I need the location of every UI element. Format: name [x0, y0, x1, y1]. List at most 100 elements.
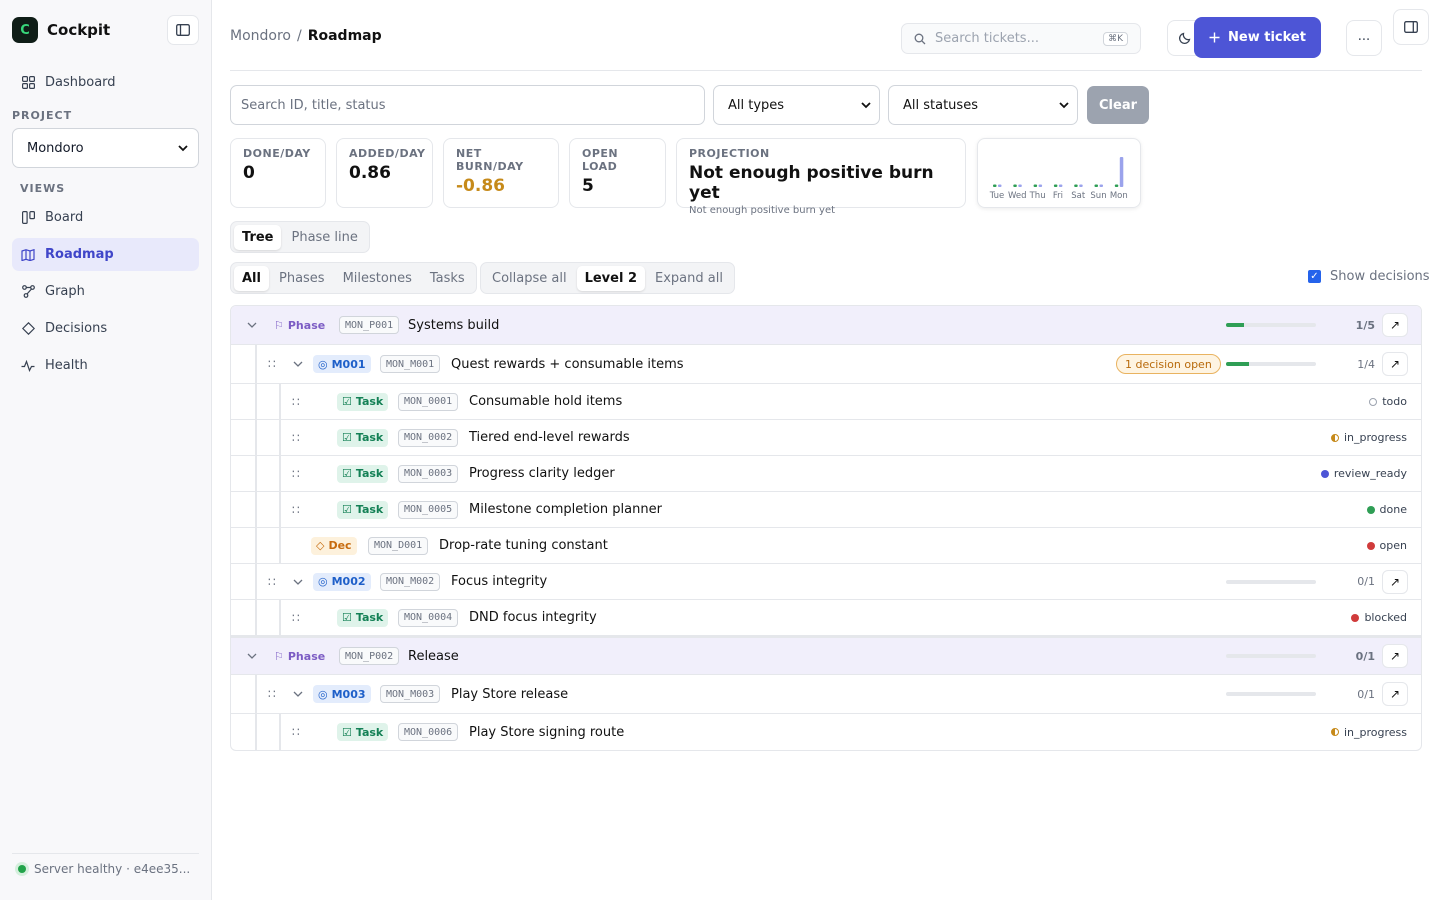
drag-handle-icon[interactable]: ∷: [292, 431, 300, 445]
tree-guide: [279, 456, 281, 491]
row-title[interactable]: Play Store release: [451, 687, 568, 702]
filter-milestones[interactable]: Milestones: [335, 266, 420, 291]
breadcrumb-project[interactable]: Mondoro: [230, 28, 291, 44]
check-square-icon: ☑: [342, 395, 352, 408]
row-title[interactable]: Focus integrity: [451, 574, 547, 589]
row-title[interactable]: Play Store signing route: [469, 725, 624, 740]
row-title[interactable]: DND focus integrity: [469, 610, 597, 625]
drag-handle-icon[interactable]: ∷: [292, 611, 300, 625]
status-dot: [1366, 541, 1375, 550]
open-ticket-button[interactable]: ↗: [1382, 352, 1408, 376]
sparkline-tick-label: Sat: [1071, 191, 1086, 201]
stat-value: -0.86: [456, 176, 505, 196]
sidebar-toggle-button[interactable]: [167, 15, 199, 45]
chevron-down-icon[interactable]: [246, 650, 258, 662]
filter-tasks[interactable]: Tasks: [422, 266, 473, 291]
row-title[interactable]: Systems build: [408, 318, 499, 333]
status-text: review_ready: [1333, 467, 1407, 480]
status-select[interactable]: All statuses: [888, 85, 1078, 125]
expand-all-button[interactable]: Expand all: [647, 266, 731, 291]
ticket-id: MON_P002: [339, 647, 400, 665]
open-ticket-button[interactable]: ↗: [1382, 313, 1408, 337]
row-title[interactable]: Progress clarity ledger: [469, 466, 615, 481]
drag-handle-icon[interactable]: ∷: [292, 467, 300, 481]
row-title[interactable]: Consumable hold items: [469, 394, 622, 409]
type-select[interactable]: All types: [713, 85, 880, 125]
show-decisions-checkbox[interactable]: ✓: [1308, 270, 1321, 283]
drag-handle-icon[interactable]: ∷: [268, 575, 276, 589]
tree-row-milestone[interactable]: ∷ ◎ M001 MON_M001 Quest rewards + consuma…: [231, 345, 1421, 384]
tab-tree[interactable]: Tree: [234, 224, 282, 250]
filter-search-input[interactable]: Search ID, title, status: [230, 85, 705, 125]
open-ticket-button[interactable]: ↗: [1382, 569, 1408, 594]
row-title[interactable]: Drop-rate tuning constant: [439, 538, 608, 553]
tree-row-milestone[interactable]: ∷ ◎ M003 MON_M003 Play Store release 0/1 …: [231, 675, 1421, 714]
milestone-badge: ◎ M003: [313, 685, 371, 703]
check-square-icon: ☑: [342, 725, 352, 739]
row-title[interactable]: Quest rewards + consumable items: [451, 357, 684, 372]
breadcrumb: Mondoro / Roadmap: [230, 28, 382, 44]
tree-guide: [255, 492, 257, 527]
check-square-icon: ☑: [342, 503, 352, 516]
tree-row-decision[interactable]: ◇ Dec MON_D001 Drop-rate tuning constant …: [231, 528, 1421, 564]
board-icon: [21, 211, 35, 225]
sidebar-item-graph[interactable]: Graph: [12, 275, 199, 308]
sidebar-item-decisions[interactable]: Decisions: [12, 312, 199, 345]
show-decisions-toggle[interactable]: ✓ Show decisions: [1308, 269, 1430, 284]
open-ticket-button[interactable]: ↗: [1382, 644, 1408, 668]
status-dot: [1351, 613, 1360, 622]
task-badge: ☑ Task: [337, 428, 389, 447]
sidebar-panel-icon: [176, 24, 190, 36]
app-logo: C: [12, 17, 38, 43]
ticket-id: MON_M001: [380, 355, 441, 373]
sparkline-tick-label: Fri: [1053, 191, 1063, 201]
tree-row-task[interactable]: ∷ ☑ Task MON_0001 Consumable hold items t…: [231, 384, 1421, 420]
sidebar-item-board[interactable]: Board: [12, 201, 199, 234]
tree-row-task[interactable]: ∷ ☑ Task MON_0006 Play Store signing rout…: [231, 714, 1421, 750]
tree-row-phase[interactable]: ⚐ Phase MON_P001 Systems build 1/5 ↗: [231, 306, 1421, 345]
chevron-down-icon[interactable]: [292, 358, 304, 370]
more-button[interactable]: ...: [1346, 20, 1382, 56]
sidebar-item-health[interactable]: Health: [12, 349, 199, 382]
new-ticket-button[interactable]: New ticket: [1194, 17, 1321, 58]
sidebar-item-label: Health: [45, 358, 88, 373]
filter-all[interactable]: All: [234, 265, 269, 291]
row-title[interactable]: Milestone completion planner: [469, 502, 662, 517]
tree-guide: [255, 345, 257, 383]
search-shortcut: ⌘K: [1103, 32, 1128, 46]
chevron-down-icon[interactable]: [292, 576, 304, 588]
tree-row-task[interactable]: ∷ ☑ Task MON_0002 Tiered end-level reward…: [231, 420, 1421, 456]
chevron-down-icon[interactable]: [246, 319, 258, 331]
drag-handle-icon[interactable]: ∷: [292, 725, 300, 739]
ticket-id: MON_M002: [380, 572, 441, 591]
ticket-id: MON_M003: [380, 685, 441, 703]
panel-toggle-button[interactable]: [1393, 9, 1429, 45]
row-title[interactable]: Release: [408, 649, 459, 664]
sidebar-item-dashboard[interactable]: Dashboard: [12, 66, 199, 99]
filter-phases[interactable]: Phases: [271, 266, 333, 291]
chevron-down-icon[interactable]: [292, 688, 304, 700]
drag-handle-icon[interactable]: ∷: [292, 395, 300, 409]
project-select[interactable]: Mondoro: [12, 128, 199, 168]
sidebar-item-roadmap[interactable]: Roadmap: [12, 238, 199, 271]
tree-row-task[interactable]: ∷ ☑ Task MON_0005 Milestone completion pl…: [231, 492, 1421, 528]
tree-guide: [255, 675, 257, 713]
open-ticket-button[interactable]: ↗: [1382, 682, 1408, 706]
ticket-search-input[interactable]: Search tickets... ⌘K: [901, 23, 1141, 54]
tree-row-task[interactable]: ∷ ☑ Task MON_0004 DND focus integrity blo…: [231, 600, 1421, 636]
phase-badge: ⚐ Phase: [269, 647, 330, 665]
tree-row-milestone[interactable]: ∷ ◎ M002 MON_M002 Focus integrity 0/1 ↗: [231, 564, 1421, 600]
decision-open-pill[interactable]: 1 decision open: [1116, 354, 1221, 374]
tree-row-phase[interactable]: ⚐ Phase MON_P002 Release 0/1 ↗: [231, 636, 1421, 675]
collapse-all-button[interactable]: Collapse all: [484, 266, 575, 291]
drag-handle-icon[interactable]: ∷: [268, 357, 276, 371]
phase-badge-label: Phase: [287, 649, 326, 663]
level-2-button[interactable]: Level 2: [576, 265, 645, 291]
clear-filters-button[interactable]: Clear: [1087, 86, 1149, 124]
row-title[interactable]: Tiered end-level rewards: [469, 430, 630, 445]
tree-row-task[interactable]: ∷ ☑ Task MON_0003 Progress clarity ledger…: [231, 456, 1421, 492]
sparkline-bar: [1058, 184, 1063, 187]
drag-handle-icon[interactable]: ∷: [292, 503, 300, 517]
drag-handle-icon[interactable]: ∷: [268, 687, 276, 701]
tab-phase-line[interactable]: Phase line: [283, 225, 365, 250]
